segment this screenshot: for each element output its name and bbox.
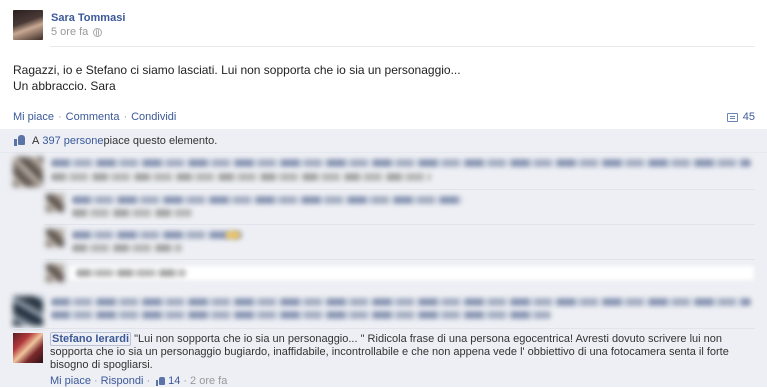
blurred-text [76,269,186,277]
comment-body: Stefano Ierardi "Lui non sopporta che io… [50,332,760,388]
blurred-avatar [46,229,64,247]
comment-bubble-icon [726,112,738,122]
author-name[interactable]: Sara Tommasi [51,11,125,25]
blurred-avatar [46,194,64,212]
post-message: Ragazzi, io e Stefano ci siamo lasciati.… [13,62,461,94]
timestamp-row: 5 ore fa [51,26,125,38]
comment-meta: Mi piace · Rispondi · 14 · 2 ore fa [50,375,760,388]
blurred-text [72,244,182,252]
post-meta: Sara Tommasi 5 ore fa [51,10,125,42]
post-time[interactable]: 5 ore fa [51,26,88,38]
likes-summary: A 397 persone piace questo elemento. [0,129,767,153]
thumbs-up-icon [156,377,166,386]
blurred-text [51,159,751,167]
commenter-name[interactable]: Stefano Ierardi [50,332,132,346]
commenter-avatar[interactable] [13,333,43,363]
likes-suffix: piace questo elemento. [103,134,218,147]
separator: · [93,375,98,387]
blurred-text [51,298,751,306]
blurred-text [51,311,551,319]
thumbs-up-icon [14,135,26,146]
message-line: Un abbraccio. Sara [13,79,116,93]
comment-divider [12,328,755,329]
blurred-text [51,173,431,181]
blurred-avatar [13,296,43,326]
post-header: Sara Tommasi 5 ore fa [13,10,125,42]
blurred-comment [13,294,753,328]
blurred-avatar [13,157,43,187]
comment-like-count[interactable]: 14 [168,375,180,388]
separator: · [57,111,62,123]
comment-button[interactable]: Commenta [66,111,120,123]
post-actions-bar: Mi piace · Commenta · Condividi 45 [0,107,767,127]
comment-like-button[interactable]: Mi piace [50,375,91,388]
comment-text: "Lui non sopporta che io sia un personag… [50,333,729,371]
comment-count: 45 [742,111,755,123]
blurred-text [72,209,192,217]
separator: · [146,375,151,387]
globe-icon[interactable] [93,27,103,37]
comment-count-link[interactable]: 45 [726,107,755,127]
like-button[interactable]: Mi piace [13,111,54,123]
blurred-comment [13,155,753,189]
blurred-text [72,196,462,204]
share-button[interactable]: Condividi [131,111,176,123]
header-divider [50,46,755,47]
comment-time[interactable]: 2 ore fa [190,375,227,388]
blurred-avatar [46,264,64,282]
blurred-text [72,231,242,239]
separator: · [183,375,188,387]
likes-prefix: A [32,134,40,147]
separator: · [123,111,128,123]
blurred-comment [46,225,756,259]
likes-people-link[interactable]: 397 persone [42,135,103,147]
author-avatar[interactable] [13,10,43,40]
comment-reply-button[interactable]: Rispondi [101,375,144,388]
blurred-comment [46,260,756,294]
blurred-text [226,231,240,239]
message-line: Ragazzi, io e Stefano ci siamo lasciati.… [13,63,461,77]
blurred-comment [46,190,756,224]
